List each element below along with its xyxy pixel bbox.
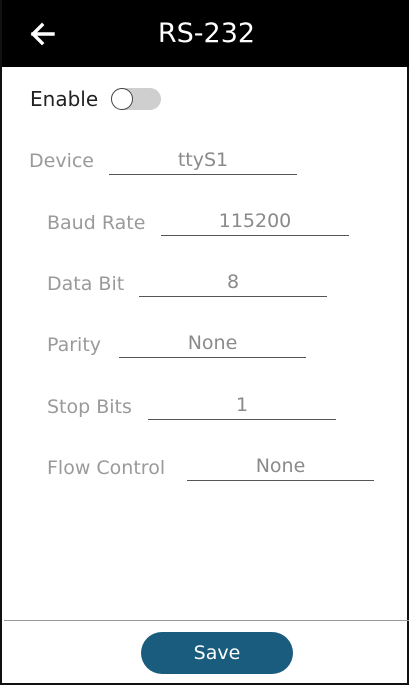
screen-frame: RS-232 Enable Device ttyS1 Baud Rate 115… [0,0,409,685]
baud-rate-label: Baud Rate [47,212,146,234]
arrow-left-icon [30,22,55,46]
parity-field[interactable]: None [119,329,306,358]
stop-bits-value: 1 [235,394,249,416]
device-label: Device [29,150,94,172]
page-title: RS-232 [157,18,256,49]
baud-rate-value: 115200 [218,210,292,232]
flow-control-label: Flow Control [47,457,166,479]
parity-label: Parity [47,334,102,356]
data-bit-value: 8 [226,271,240,293]
app-header: RS-232 [2,0,409,67]
data-bit-field[interactable]: 8 [139,268,327,297]
device-value: ttyS1 [177,149,229,171]
toggle-knob [111,88,133,110]
data-bit-label: Data Bit [47,273,125,295]
footer-divider [4,620,409,621]
back-button[interactable] [28,20,56,48]
save-button[interactable]: Save [141,632,293,674]
device-field[interactable]: ttyS1 [109,146,297,175]
parity-value: None [187,332,238,354]
enable-toggle[interactable] [111,88,161,110]
stop-bits-label: Stop Bits [47,396,132,418]
enable-label: Enable [30,87,99,111]
flow-control-value: None [255,455,306,477]
stop-bits-field[interactable]: 1 [148,391,336,420]
baud-rate-field[interactable]: 115200 [161,207,349,236]
flow-control-field[interactable]: None [187,452,374,481]
